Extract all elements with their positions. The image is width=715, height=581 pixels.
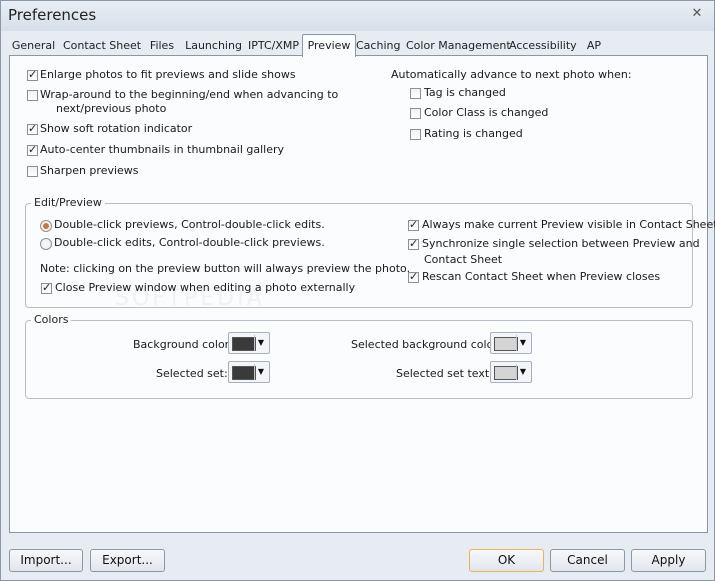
rating-changed-checkbox[interactable] [410,129,421,140]
colors-group-title: Colors [31,313,72,326]
tab-iptc-xmp[interactable]: IPTC/XMP [247,37,300,55]
soft-rotation-checkbox[interactable] [27,122,38,135]
selected-set-color-picker[interactable]: ▼ [228,361,270,383]
synchronize-selection-label: Synchronize single selection between Pre… [422,237,700,250]
window-title: Preferences [8,6,97,24]
chevron-down-icon: ▼ [254,364,267,380]
wrap-around-label: Wrap-around to the beginning/end when ad… [40,88,339,101]
preview-button-note: Note: clicking on the preview button wil… [40,262,411,275]
selected-background-color-label: Selected background color: [351,338,502,351]
selected-background-swatch [494,337,518,351]
double-click-edits-radio[interactable] [40,238,52,250]
close-icon[interactable]: ✕ [690,7,704,21]
enlarge-photos-checkbox[interactable] [27,68,38,81]
selected-set-text-label: Selected set text: [396,367,493,380]
preview-tab-panel: SOFTPEDIA Enlarge photos to fit previews… [9,55,715,533]
chevron-down-icon: ▼ [254,335,267,351]
import-button[interactable]: Import... [9,549,83,572]
rescan-contact-sheet-label: Rescan Contact Sheet when Preview closes [422,270,661,283]
rating-changed-label: Rating is changed [424,127,523,140]
tab-general[interactable]: General [11,37,56,55]
color-class-changed-label: Color Class is changed [424,106,549,119]
tab-files[interactable]: Files [148,37,176,55]
tab-caching[interactable]: Caching [356,37,400,55]
always-visible-label: Always make current Preview visible in C… [422,218,715,231]
close-preview-label: Close Preview window when editing a phot… [55,281,356,294]
tab-launching[interactable]: Launching [185,37,242,55]
background-color-label: Background color: [133,338,233,351]
sharpen-previews-checkbox[interactable] [27,166,38,177]
enlarge-photos-label: Enlarge photos to fit previews and slide… [40,68,296,81]
selected-set-text-color-picker[interactable]: ▼ [490,361,532,383]
cancel-button[interactable]: Cancel [550,549,625,572]
tab-preview[interactable]: Preview [302,34,356,57]
tag-changed-checkbox[interactable] [410,88,421,99]
tab-accessibility[interactable]: Accessibility [509,37,577,55]
tag-changed-label: Tag is changed [424,86,506,99]
tab-strip: General Contact Sheet Files Launching IP… [9,34,706,57]
tab-contact-sheet[interactable]: Contact Sheet [63,37,141,55]
ok-button[interactable]: OK [469,549,544,572]
background-color-picker[interactable]: ▼ [228,332,270,354]
close-preview-checkbox[interactable] [41,281,52,294]
always-visible-checkbox[interactable] [408,218,419,231]
title-bar: Preferences ✕ [1,1,714,31]
wrap-around-label-line2: next/previous photo [56,102,167,115]
apply-button[interactable]: Apply [631,549,706,572]
sharpen-previews-label: Sharpen previews [40,164,139,177]
synchronize-selection-checkbox[interactable] [408,237,419,250]
synchronize-selection-label-line2: Contact Sheet [424,253,503,266]
chevron-down-icon: ▼ [516,364,529,380]
selected-set-label: Selected set: [156,367,228,380]
auto-advance-heading: Automatically advance to next photo when… [391,68,632,81]
rescan-contact-sheet-checkbox[interactable] [408,270,419,283]
export-button[interactable]: Export... [90,549,165,572]
preferences-window: Preferences ✕ General Contact Sheet File… [0,0,715,581]
double-click-previews-radio[interactable] [40,220,52,232]
tab-ap[interactable]: AP [584,37,604,55]
double-click-previews-label: Double-click previews, Control-double-cl… [54,218,325,231]
selected-set-text-swatch [494,366,518,380]
selected-background-color-picker[interactable]: ▼ [490,332,532,354]
tab-color-management[interactable]: Color Management [406,37,511,55]
selected-set-swatch [232,366,256,380]
chevron-down-icon: ▼ [516,335,529,351]
edit-preview-group-title: Edit/Preview [31,196,105,209]
wrap-around-checkbox[interactable] [27,90,38,101]
auto-center-label: Auto-center thumbnails in thumbnail gall… [40,143,285,156]
colors-group [25,320,693,399]
double-click-edits-label: Double-click edits, Control-double-click… [54,236,325,249]
background-color-swatch [232,337,256,351]
color-class-changed-checkbox[interactable] [410,108,421,119]
soft-rotation-label: Show soft rotation indicator [40,122,193,135]
auto-center-checkbox[interactable] [27,143,38,156]
